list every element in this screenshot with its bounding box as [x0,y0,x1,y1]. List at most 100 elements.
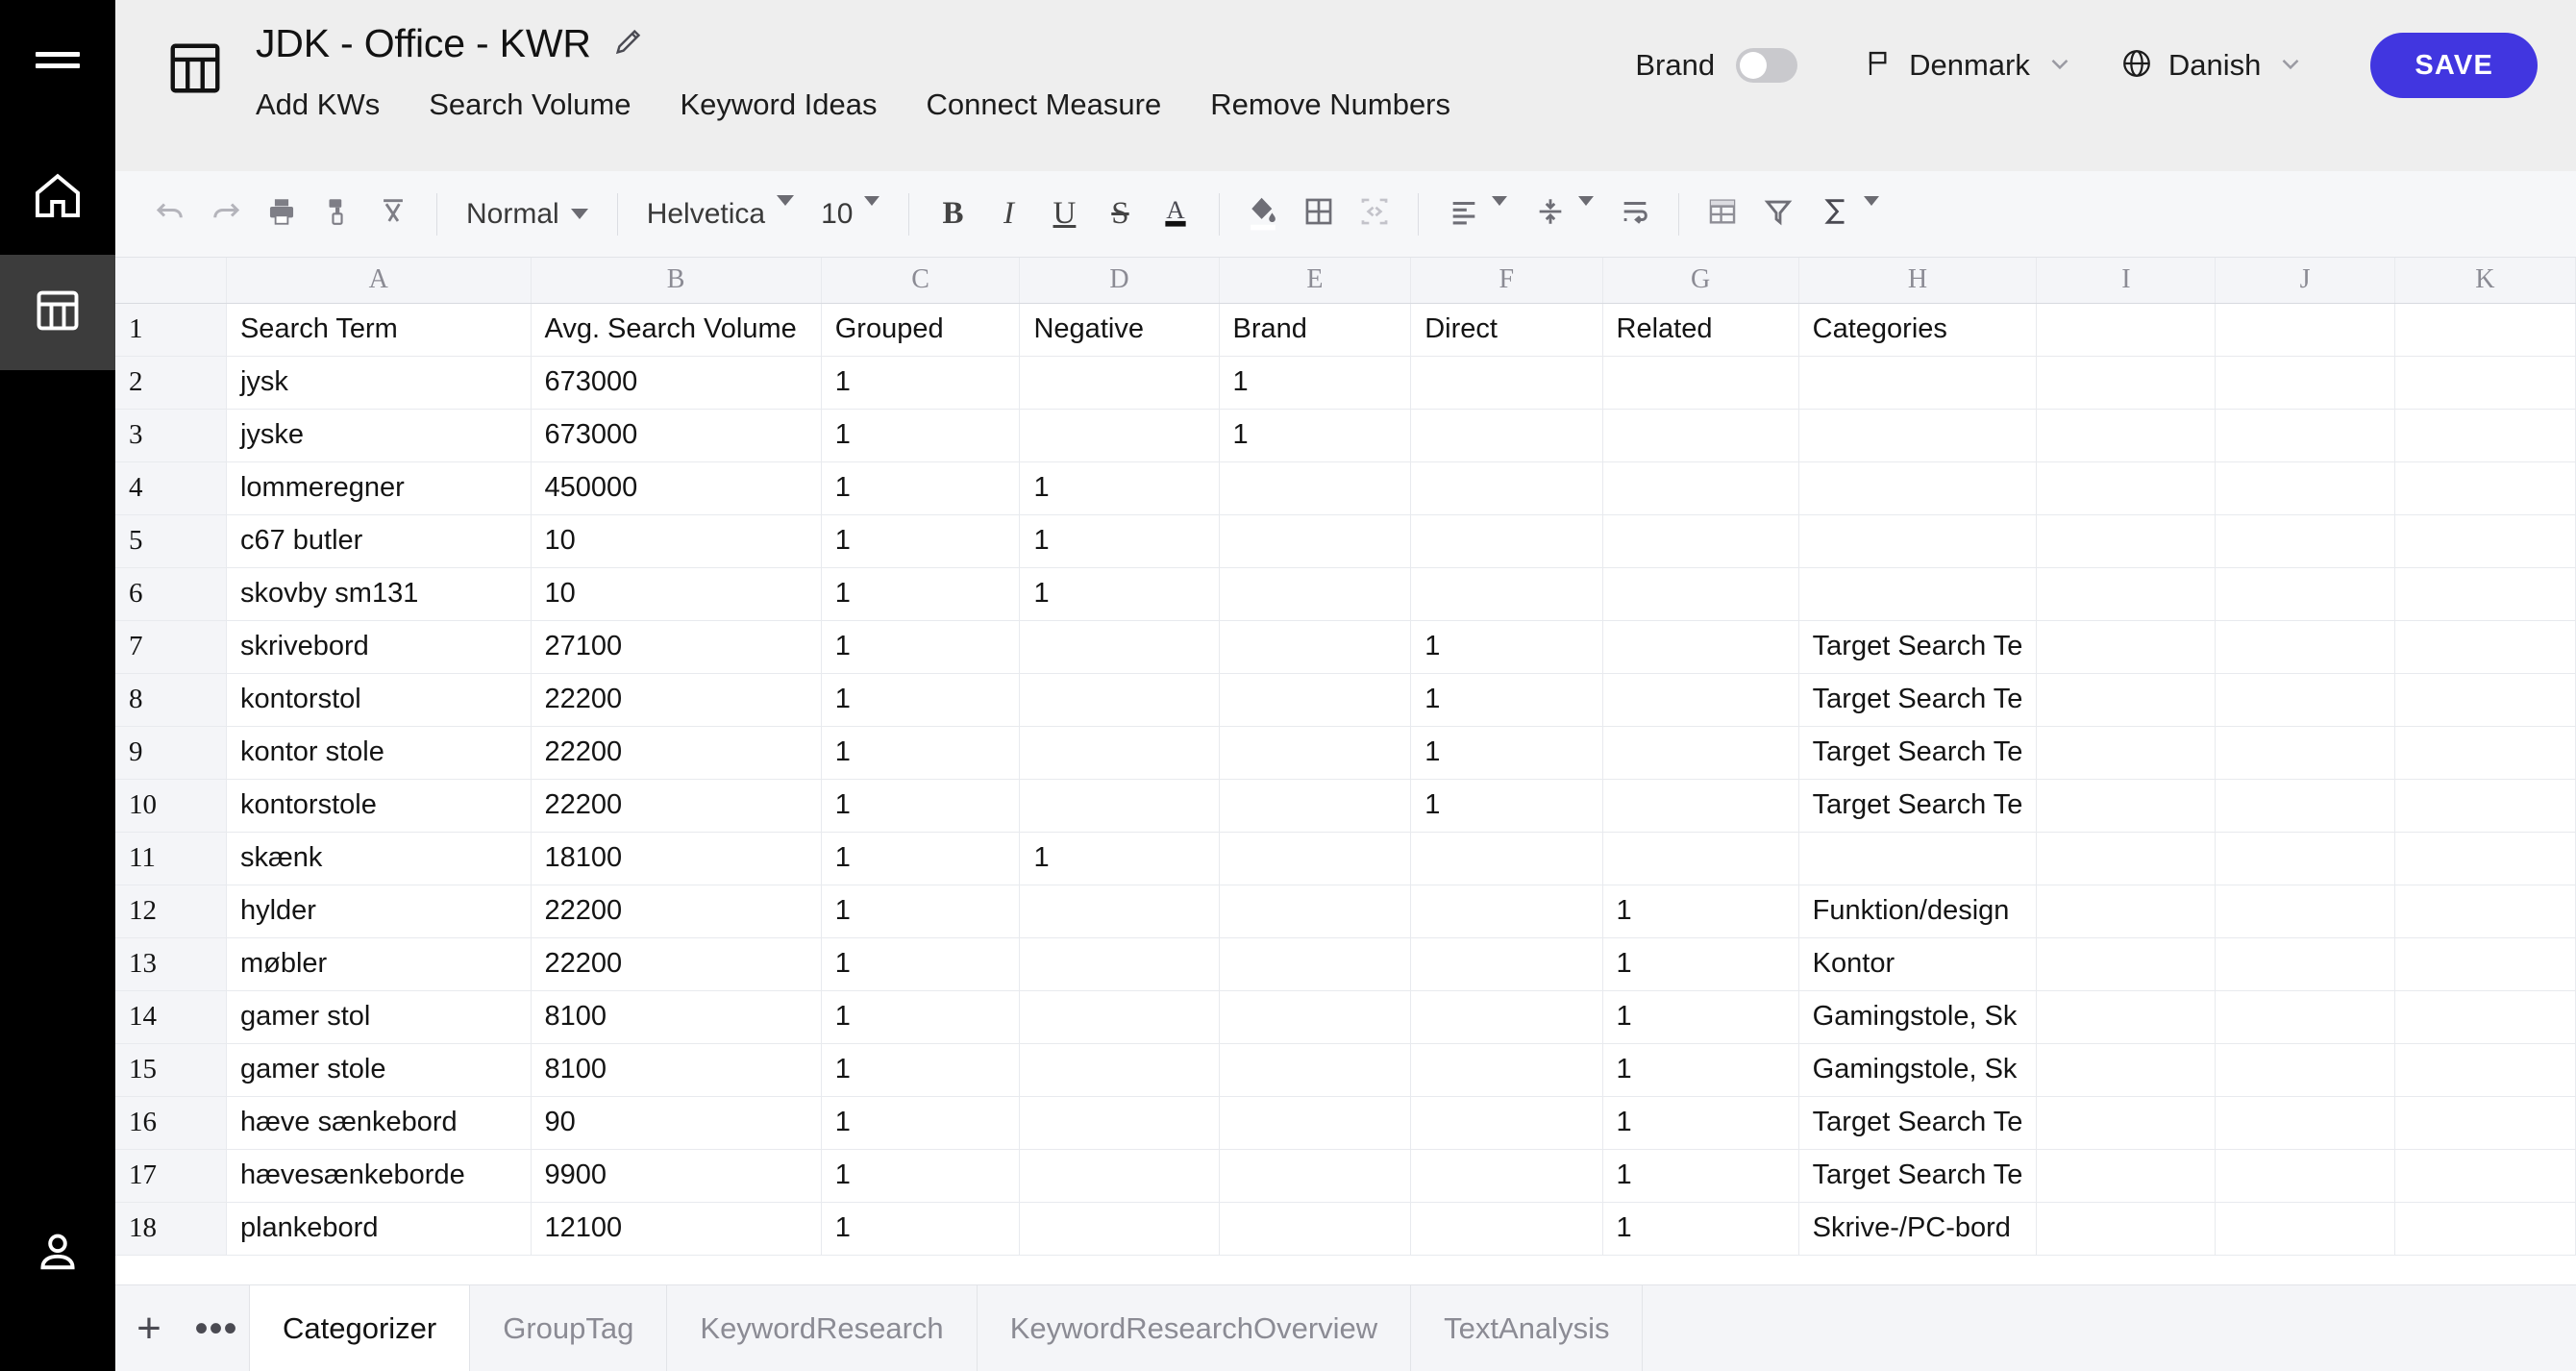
row-header[interactable]: 8 [115,673,227,727]
grid-cell[interactable]: hylder [226,885,532,938]
grid-cell[interactable] [2036,461,2217,515]
grid-cell[interactable] [1219,514,1412,568]
grid-cell[interactable] [2394,514,2576,568]
grid-cell[interactable]: Negative [1019,303,1220,357]
grid-cell[interactable]: 1 [821,620,1021,674]
grid-cell[interactable] [2215,990,2395,1044]
grid-cell[interactable] [1019,620,1220,674]
grid-cell[interactable] [2036,409,2217,462]
grid-cell[interactable] [2394,990,2576,1044]
grid-cell[interactable]: 1 [1410,726,1603,780]
grid-cell[interactable] [2215,620,2395,674]
grid-cell[interactable]: 1 [1219,356,1412,410]
row-header[interactable]: 10 [115,779,227,833]
grid-cell[interactable] [2215,779,2395,833]
paint-format-button[interactable] [310,185,365,244]
grid-cell[interactable] [2394,620,2576,674]
grid-cell[interactable] [1219,620,1412,674]
grid-cell[interactable] [2394,1202,2576,1256]
filter-button[interactable] [1750,185,1806,244]
grid-cell[interactable] [2215,409,2395,462]
grid-cell[interactable]: 1 [821,1149,1021,1203]
grid-cell[interactable] [1410,885,1603,938]
grid-cell[interactable]: 9900 [531,1149,822,1203]
row-header[interactable]: 17 [115,1149,227,1203]
grid-cell[interactable]: 22200 [531,937,822,991]
grid-cell[interactable]: c67 butler [226,514,532,568]
grid-cell[interactable] [1019,990,1220,1044]
bold-button[interactable]: B [925,185,980,244]
grid-cell[interactable]: 18100 [531,832,822,885]
grid-cell[interactable]: skovby sm131 [226,567,532,621]
grid-cell[interactable]: 1 [1602,1202,1799,1256]
row-header[interactable]: 16 [115,1096,227,1150]
grid-cell[interactable] [2036,620,2217,674]
grid-cell[interactable] [2215,673,2395,727]
grid-cell[interactable] [1410,461,1603,515]
grid-cell[interactable]: 1 [821,726,1021,780]
grid-cell[interactable]: Brand [1219,303,1412,357]
grid-cell[interactable] [2215,726,2395,780]
grid-cell[interactable] [2215,514,2395,568]
grid-cell[interactable]: 1 [1410,673,1603,727]
grid-cell[interactable]: Gamingstole, Sk [1798,990,2038,1044]
row-header[interactable]: 15 [115,1043,227,1097]
grid-cell[interactable]: jysk [226,356,532,410]
grid-cell[interactable]: 1 [1410,779,1603,833]
grid-cell[interactable] [1019,779,1220,833]
grid-cell[interactable] [1219,1096,1412,1150]
all-sheets-button[interactable]: ••• [183,1285,250,1371]
grid-cell[interactable]: Funktion/design [1798,885,2038,938]
grid-cell[interactable]: 1 [1219,409,1412,462]
grid-cell[interactable] [1410,514,1603,568]
grid-cell[interactable]: 1 [1602,1096,1799,1150]
column-header-k[interactable]: K [2394,258,2576,304]
column-header-j[interactable]: J [2215,258,2395,304]
italic-button[interactable]: I [980,185,1036,244]
grid-cell[interactable] [2215,885,2395,938]
grid-cell[interactable] [1602,673,1799,727]
grid-cell[interactable] [2394,356,2576,410]
row-header[interactable]: 5 [115,514,227,568]
grid-cell[interactable]: 1 [1019,461,1220,515]
grid-cell[interactable]: hæve sænkebord [226,1096,532,1150]
grid-cell[interactable]: 1 [1602,990,1799,1044]
grid-cell[interactable] [1219,673,1412,727]
grid-cell[interactable]: 1 [821,567,1021,621]
grid-cell[interactable] [1602,779,1799,833]
row-header[interactable]: 1 [115,303,227,357]
grid-cell[interactable] [2036,1149,2217,1203]
grid-cell[interactable]: kontor stole [226,726,532,780]
grid-cell[interactable]: 1 [821,409,1021,462]
grid-cell[interactable]: 1 [821,1043,1021,1097]
grid-cell[interactable] [1410,1202,1603,1256]
grid-cell[interactable]: lommeregner [226,461,532,515]
grid-cell[interactable] [1019,356,1220,410]
grid-cell[interactable]: Grouped [821,303,1021,357]
row-header[interactable]: 11 [115,832,227,885]
grid-cell[interactable] [2215,303,2395,357]
grid-cell[interactable] [2036,303,2217,357]
font-family-dropdown[interactable]: Helvetica [633,185,807,244]
grid-cell[interactable]: Search Term [226,303,532,357]
grid-cell[interactable]: 1 [1602,937,1799,991]
grid-cell[interactable] [2036,726,2217,780]
grid-cell[interactable]: 1 [1602,1149,1799,1203]
sidebar-item-spreadsheets[interactable] [0,255,115,370]
grid-cell[interactable] [1602,726,1799,780]
spreadsheet-grid[interactable]: A B C D E F G H I J K 1 Search Term Avg. S… [115,258,2576,1284]
grid-cell[interactable] [1410,1149,1603,1203]
grid-cell[interactable]: Target Search Te [1798,779,2038,833]
brand-toggle[interactable] [1736,48,1798,83]
text-color-button[interactable]: A [1148,185,1203,244]
grid-cell[interactable] [1219,567,1412,621]
grid-cell[interactable] [2036,514,2217,568]
row-header[interactable]: 12 [115,885,227,938]
column-header-i[interactable]: I [2036,258,2217,304]
grid-cell[interactable] [2215,1096,2395,1150]
grid-cell[interactable]: Related [1602,303,1799,357]
row-header[interactable]: 2 [115,356,227,410]
grid-cell[interactable] [1019,1202,1220,1256]
borders-button[interactable] [1291,185,1347,244]
column-header-f[interactable]: F [1410,258,1603,304]
